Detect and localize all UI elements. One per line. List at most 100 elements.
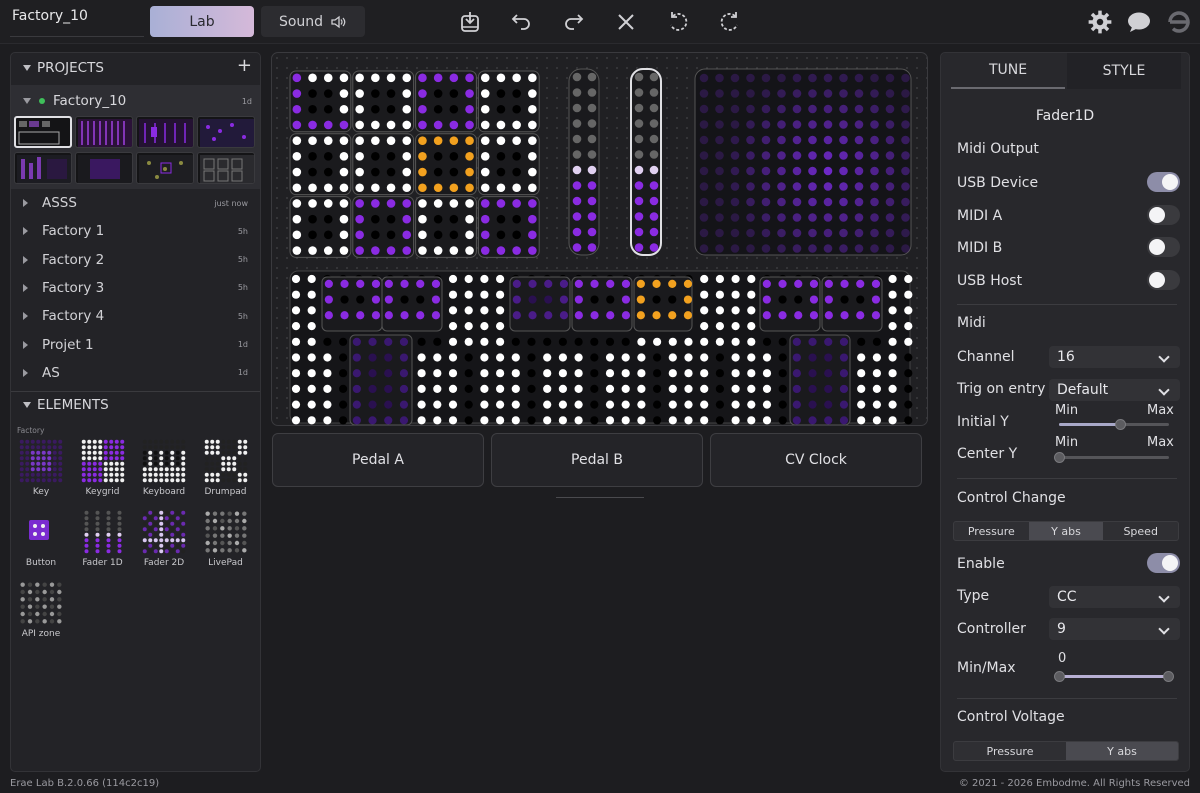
usb-host-toggle[interactable] <box>1147 270 1180 290</box>
project-item[interactable]: Factory 1 5h <box>11 217 260 245</box>
project-item[interactable]: Factory 4 5h <box>11 302 260 330</box>
surface-svg[interactable] <box>272 53 927 425</box>
usb-device-toggle[interactable] <box>1147 172 1180 192</box>
pad-dot <box>308 246 317 255</box>
element-tile[interactable]: Button <box>13 510 69 568</box>
keyboard-dot <box>700 322 709 331</box>
keyboard-dot <box>637 400 646 409</box>
element-tile[interactable]: Fader 1D <box>75 510 131 568</box>
channel-select[interactable]: 16 <box>1049 346 1180 368</box>
cc-mode-segmented[interactable]: Pressure Y abs Speed <box>953 521 1179 541</box>
project-title[interactable]: Factory_10 <box>12 8 88 24</box>
midi-a-toggle[interactable] <box>1147 205 1180 225</box>
project-item[interactable]: Projet 1 1d <box>11 331 260 359</box>
black-key-dot <box>384 400 393 409</box>
tab-style[interactable]: STYLE <box>1067 53 1181 89</box>
cv-mode-y-abs[interactable]: Y abs <box>1066 742 1178 760</box>
active-dot-icon <box>39 98 45 104</box>
undo-icon[interactable] <box>508 9 534 35</box>
projects-header-label: PROJECTS <box>37 60 104 76</box>
keyboard-dot <box>621 384 630 393</box>
pedal-a-button[interactable]: Pedal A <box>272 433 484 487</box>
add-project-button[interactable]: + <box>237 55 252 76</box>
layout-thumbnail[interactable] <box>197 152 255 184</box>
cv-clock-button[interactable]: CV Clock <box>710 433 922 487</box>
element-tile[interactable]: LivePad <box>198 510 254 568</box>
pad-dot <box>512 199 521 208</box>
pad-dot <box>323 120 333 130</box>
cv-mode-pressure[interactable]: Pressure <box>954 742 1066 760</box>
fader-2d-dot <box>699 166 709 176</box>
element-tile[interactable]: Fader 2D <box>136 510 192 568</box>
initial-y-knob[interactable] <box>1114 419 1126 430</box>
chat-icon[interactable] <box>1126 9 1152 35</box>
redo-icon[interactable] <box>561 9 587 35</box>
enable-toggle[interactable] <box>1147 553 1180 573</box>
keyboard-dot <box>543 337 552 346</box>
elements-header[interactable]: ELEMENTS <box>23 397 109 413</box>
element-label: API zone <box>21 629 61 639</box>
controller-select[interactable]: 9 <box>1049 618 1180 640</box>
layout-thumbnail[interactable] <box>14 152 72 184</box>
layout-thumbnail[interactable] <box>136 116 194 148</box>
resize-handle[interactable] <box>556 497 644 498</box>
close-icon[interactable] <box>613 9 639 35</box>
tab-tune[interactable]: TUNE <box>951 53 1065 89</box>
layout-thumbnail[interactable] <box>136 152 194 184</box>
element-tile[interactable]: Key <box>13 439 69 497</box>
type-select[interactable]: CC <box>1049 586 1180 608</box>
black-key-dot <box>431 279 441 288</box>
rotate-right-icon[interactable] <box>717 9 743 35</box>
keyboard-dot <box>762 337 772 346</box>
black-key-dot <box>352 400 361 409</box>
fader-2d-dot <box>823 213 833 222</box>
project-item[interactable]: Factory 2 5h <box>11 246 260 274</box>
black-key-dot <box>792 337 801 346</box>
surface-canvas[interactable] <box>271 52 928 426</box>
element-tile[interactable]: Drumpad <box>198 439 254 497</box>
range-min-knob[interactable] <box>1054 671 1065 682</box>
trig-on-entry-select[interactable]: Default <box>1049 379 1180 401</box>
project-item[interactable]: Factory 3 5h <box>11 274 260 302</box>
black-key-dot <box>528 295 537 304</box>
project-item[interactable]: AS 1d <box>11 359 260 387</box>
tab-lab[interactable]: Lab <box>150 6 254 37</box>
pad-dot <box>480 136 490 145</box>
fader-2d-dot <box>823 244 833 253</box>
cc-mode-pressure[interactable]: Pressure <box>954 522 1029 540</box>
rotate-left-icon[interactable] <box>665 9 691 35</box>
element-tile[interactable]: Keygrid <box>75 439 131 497</box>
fader-dot <box>572 150 582 159</box>
pad-dot <box>323 73 333 83</box>
fader-2d-dot <box>901 73 910 83</box>
pedal-b-button[interactable]: Pedal B <box>491 433 703 487</box>
current-project-row[interactable]: Factory_10 <box>23 93 126 109</box>
save-icon[interactable] <box>457 9 483 35</box>
cv-mode-segmented[interactable]: Pressure Y abs <box>953 741 1179 761</box>
cc-mode-y-abs[interactable]: Y abs <box>1028 522 1104 540</box>
keyboard-dot <box>527 400 536 409</box>
midi-b-toggle[interactable] <box>1147 237 1180 257</box>
layout-thumbnail[interactable] <box>197 116 255 148</box>
layout-thumbnail[interactable] <box>75 152 133 184</box>
pad-dot <box>371 104 380 114</box>
pad-dot <box>323 104 333 114</box>
element-tile[interactable]: Keyboard <box>136 439 192 497</box>
keyboard-dot <box>464 274 473 284</box>
center-y-knob[interactable] <box>1054 452 1065 463</box>
keyboard-dot <box>433 400 442 409</box>
project-item[interactable]: ASSS just now <box>11 189 260 217</box>
layout-thumbnail[interactable] <box>75 116 133 148</box>
center-y-slider[interactable] <box>1059 456 1169 459</box>
range-max-knob[interactable] <box>1163 671 1174 682</box>
projects-header[interactable]: PROJECTS <box>23 60 104 76</box>
pad-dot <box>339 89 349 98</box>
tab-sound[interactable]: Sound <box>261 6 365 37</box>
layout-thumbnail[interactable] <box>14 116 72 148</box>
black-key-dot <box>384 369 393 378</box>
cc-mode-speed[interactable]: Speed <box>1103 522 1178 540</box>
gear-icon[interactable] <box>1087 9 1113 35</box>
initial-y-fill <box>1059 423 1120 426</box>
element-tile[interactable]: API zone <box>13 581 69 639</box>
keyboard-dot <box>684 416 693 425</box>
